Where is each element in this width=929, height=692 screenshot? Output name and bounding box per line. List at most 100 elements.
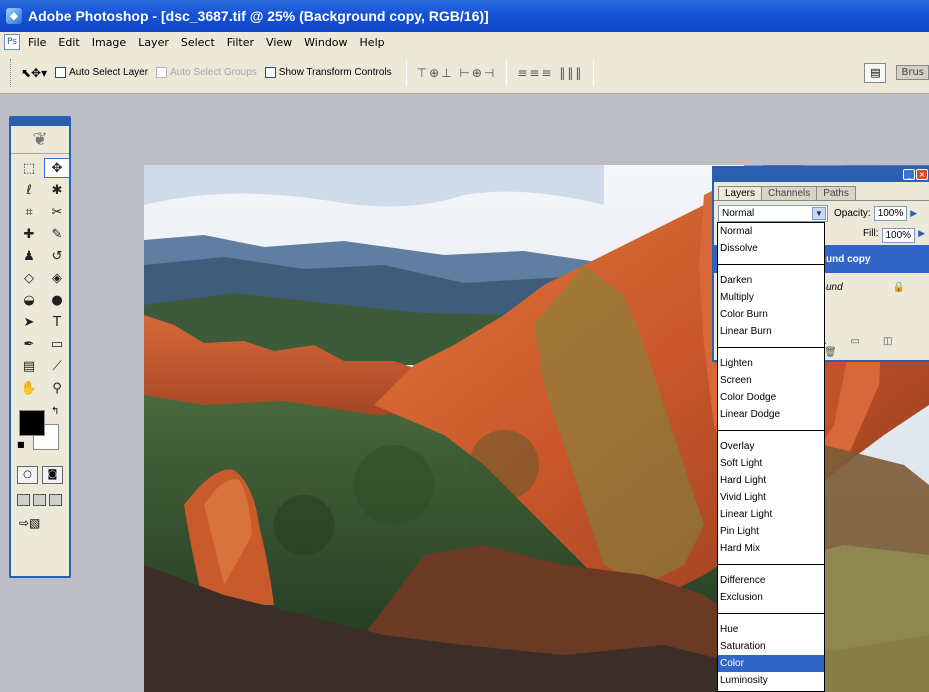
blend-option-lighten[interactable]: Lighten <box>718 355 824 372</box>
show-transform-controls-checkbox[interactable]: Show Transform Controls <box>264 67 392 78</box>
toolbox-header[interactable] <box>11 118 69 126</box>
blend-option-pin-light[interactable]: Pin Light <box>718 523 824 540</box>
marquee-tool-icon[interactable]: ⬚ <box>16 158 42 178</box>
blur-tool-icon[interactable]: ◒ <box>16 290 42 310</box>
tab-channels[interactable]: Channels <box>761 186 818 200</box>
move-tool-icon[interactable]: ✥ <box>44 158 70 178</box>
photoshop-app-icon[interactable]: ◆ <box>6 8 22 24</box>
checkbox-box[interactable] <box>55 67 67 78</box>
brushes-tab[interactable]: Brus <box>896 65 929 80</box>
crop-tool-icon[interactable]: ⌗ <box>16 202 42 222</box>
menu-filter[interactable]: Filter <box>221 36 260 49</box>
standard-mode-icon[interactable]: ○ <box>17 466 38 484</box>
zoom-tool-icon[interactable]: ⚲ <box>44 378 70 398</box>
blend-option-linear-burn[interactable]: Linear Burn <box>718 323 824 340</box>
type-tool-icon[interactable]: T <box>44 312 70 332</box>
options-bar: ⬉✥ ▾ Auto Select Layer Auto Select Group… <box>0 52 929 94</box>
blend-mode-value: Normal <box>722 208 755 219</box>
checkbox-box[interactable] <box>264 67 276 78</box>
align-buttons[interactable]: ⊤⊕⊥ ⊢⊕⊣ <box>417 66 497 80</box>
pen-tool-icon[interactable]: ✒ <box>16 334 42 354</box>
menu-file[interactable]: File <box>22 36 52 49</box>
brush-tool-icon[interactable]: ✎ <box>44 224 70 244</box>
hand-tool-icon[interactable]: ✋ <box>16 378 42 398</box>
eraser-tool-icon[interactable]: ◇ <box>16 268 42 288</box>
color-swatches: ↰ ■ <box>15 406 65 456</box>
blend-mode-select[interactable]: Normal ▼ <box>718 205 828 222</box>
screen-modes <box>11 486 69 510</box>
menu-layer[interactable]: Layer <box>132 36 175 49</box>
blend-option-multiply[interactable]: Multiply <box>718 289 824 306</box>
blend-option-soft-light[interactable]: Soft Light <box>718 455 824 472</box>
menu-view[interactable]: View <box>260 36 298 49</box>
chevron-down-icon[interactable]: ▼ <box>812 207 826 220</box>
auto-select-groups-checkbox: Auto Select Groups <box>156 67 257 78</box>
foreground-color-swatch[interactable] <box>19 410 45 436</box>
healing-brush-tool-icon[interactable]: ✚ <box>16 224 42 244</box>
blend-option-hard-mix[interactable]: Hard Mix <box>718 540 824 557</box>
paint-bucket-tool-icon[interactable]: ◈ <box>44 268 70 288</box>
dropdown-separator <box>718 564 824 565</box>
fill-label: Fill: <box>862 228 879 239</box>
move-tool-preset[interactable]: ⬉✥ ▾ <box>21 66 47 80</box>
jump-to-imageready-icon[interactable]: ⇨▧ <box>11 510 69 536</box>
path-selection-tool-icon[interactable]: ➤ <box>16 312 42 332</box>
layers-panel-footer-buttons[interactable]: . ▭ ◫ 🗑 <box>824 336 929 358</box>
history-brush-tool-icon[interactable]: ↺ <box>44 246 70 266</box>
menu-window[interactable]: Window <box>298 36 353 49</box>
blend-option-hue[interactable]: Hue <box>718 621 824 638</box>
menu-select[interactable]: Select <box>175 36 221 49</box>
magic-wand-tool-icon[interactable]: ✱ <box>44 180 70 200</box>
layers-panel-header[interactable]: _ × <box>714 168 929 182</box>
notes-tool-icon[interactable]: ▤ <box>16 356 42 376</box>
blend-option-luminosity[interactable]: Luminosity <box>718 672 824 689</box>
blend-option-linear-dodge[interactable]: Linear Dodge <box>718 406 824 423</box>
close-icon[interactable]: × <box>916 169 928 180</box>
full-screen-mode-icon[interactable] <box>49 494 62 506</box>
tab-layers[interactable]: Layers <box>718 186 763 200</box>
swap-colors-icon[interactable]: ↰ <box>51 406 59 417</box>
blend-option-color-burn[interactable]: Color Burn <box>718 306 824 323</box>
blend-option-dissolve[interactable]: Dissolve <box>718 240 824 257</box>
opacity-label: Opacity: <box>834 208 871 219</box>
blend-option-darken[interactable]: Darken <box>718 272 824 289</box>
lasso-tool-icon[interactable]: ℓ <box>16 180 42 200</box>
dropdown-separator <box>718 347 824 348</box>
opacity-slider-arrow-icon[interactable]: ▶ <box>910 208 917 219</box>
eyedropper-tool-icon[interactable]: ⟋ <box>44 356 70 376</box>
quick-mask-mode-icon[interactable]: ◙ <box>42 466 63 484</box>
blend-option-exclusion[interactable]: Exclusion <box>718 589 824 606</box>
slice-tool-icon[interactable]: ✂ <box>44 202 70 222</box>
shape-tool-icon[interactable]: ▭ <box>44 334 70 354</box>
blend-option-linear-light[interactable]: Linear Light <box>718 506 824 523</box>
document-icon[interactable]: Ps <box>4 34 20 50</box>
fill-field[interactable]: 100% <box>881 228 916 243</box>
blend-option-hard-light[interactable]: Hard Light <box>718 472 824 489</box>
blend-option-saturation[interactable]: Saturation <box>718 638 824 655</box>
distribute-buttons[interactable]: ≡≡≡ ‖‖‖ <box>517 66 583 80</box>
blend-option-difference[interactable]: Difference <box>718 572 824 589</box>
menu-image[interactable]: Image <box>86 36 132 49</box>
auto-select-layer-checkbox[interactable]: Auto Select Layer <box>55 67 148 78</box>
tab-paths[interactable]: Paths <box>816 186 856 200</box>
blend-option-color[interactable]: Color <box>718 655 824 672</box>
fill-slider-arrow-icon[interactable]: ▶ <box>918 228 925 243</box>
divider <box>506 59 508 86</box>
blend-option-color-dodge[interactable]: Color Dodge <box>718 389 824 406</box>
standard-screen-mode-icon[interactable] <box>17 494 30 506</box>
file-browser-icon[interactable]: ▤ <box>864 62 887 83</box>
blend-option-overlay[interactable]: Overlay <box>718 438 824 455</box>
clone-stamp-tool-icon[interactable]: ♟ <box>16 246 42 266</box>
menu-help[interactable]: Help <box>354 36 391 49</box>
blend-option-screen[interactable]: Screen <box>718 372 824 389</box>
full-screen-menu-mode-icon[interactable] <box>33 494 46 506</box>
blend-option-vivid-light[interactable]: Vivid Light <box>718 489 824 506</box>
opacity-field[interactable]: 100% <box>873 206 908 221</box>
options-bar-grip[interactable] <box>10 58 13 87</box>
default-colors-icon[interactable]: ■ <box>17 440 25 449</box>
menu-edit[interactable]: Edit <box>52 36 85 49</box>
adobe-feather-icon[interactable]: ❦ <box>11 126 69 154</box>
blend-option-normal[interactable]: Normal <box>718 223 824 240</box>
minimize-icon[interactable]: _ <box>903 169 915 180</box>
dodge-tool-icon[interactable]: ● <box>44 290 70 310</box>
